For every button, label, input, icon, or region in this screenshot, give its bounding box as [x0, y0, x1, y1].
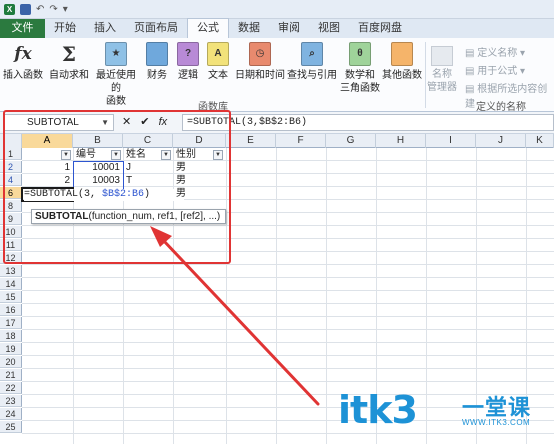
watermark-url: WWW.ITK3.COM [462, 418, 531, 427]
watermark-brand: itk3 [338, 388, 418, 432]
annotation-arrow [150, 226, 320, 406]
excel-window: X ↶ ↷ ▾ 文件 开始 插入 页面布局 公式 数据 审阅 视图 百度网盘 f… [0, 0, 554, 444]
watermark: itk3 一堂课 WWW.ITK3.COM [338, 388, 548, 438]
